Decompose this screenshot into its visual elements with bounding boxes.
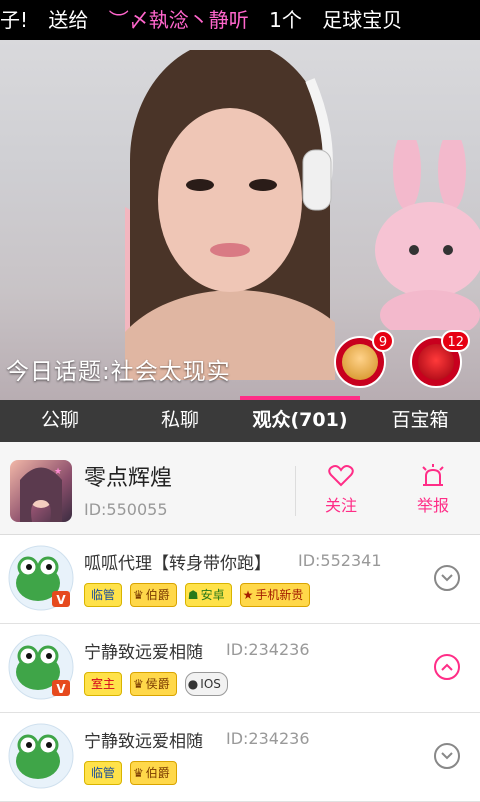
crown-icon: ♛ xyxy=(133,588,144,602)
expand-button[interactable] xyxy=(434,565,460,591)
chevron-down-icon xyxy=(441,752,453,760)
role-badge: 临管 xyxy=(84,761,123,785)
tab-private-chat[interactable]: 私聊 xyxy=(120,400,240,442)
collapse-button[interactable] xyxy=(434,654,460,680)
crown-icon: ♛ xyxy=(133,677,144,691)
marquee-gift-name: 足球宝贝 xyxy=(322,8,403,32)
host-avatar-image: ★ xyxy=(20,467,62,522)
chevron-down-icon xyxy=(441,574,453,582)
audience-row[interactable]: V 呱呱代理【转身带你跑】 ID:552341 临管 ♛ 伯爵 ☗ 安卓 ★ 手机新贵 xyxy=(0,535,480,624)
frog-avatar-icon xyxy=(8,723,74,789)
svg-text:V: V xyxy=(56,593,66,607)
live-video[interactable]: 9 12 今日话题:社会太现实 xyxy=(0,40,480,400)
expand-button[interactable] xyxy=(434,743,460,769)
platform-badge: ☗ 安卓 xyxy=(184,583,232,607)
audience-name: 宁静致远爱相随 xyxy=(84,732,203,752)
alarm-icon xyxy=(422,464,444,486)
role-badge: 临管 xyxy=(84,583,123,607)
gift-avatar[interactable]: 9 xyxy=(334,330,394,388)
audience-name: 宁静致远爱相随 xyxy=(84,643,203,663)
frog-avatar-icon: V xyxy=(8,634,74,700)
topic-text: 今日话题:社会太现实 xyxy=(6,359,231,385)
platform-badge: ● IOS xyxy=(184,672,228,696)
host-avatar[interactable]: ★ xyxy=(10,460,72,522)
audience-row[interactable]: 宁静致远爱相随 ID:234236 临管 ♛ 伯爵 xyxy=(0,713,480,802)
tab-audience[interactable]: 观众(701) xyxy=(240,396,360,442)
svg-text:V: V xyxy=(56,682,66,696)
heart-icon xyxy=(328,465,354,487)
audience-row[interactable]: V 宁静致远爱相随 ID:234236 室主 ♛ 侯爵 ● IOS xyxy=(0,624,480,713)
svg-text:★: ★ xyxy=(54,467,62,477)
follow-button[interactable]: 关注 xyxy=(306,464,376,516)
audience-id: ID:234236 xyxy=(226,729,310,748)
rank-badge: ♛ 伯爵 xyxy=(130,583,177,607)
marquee-text: 送给 xyxy=(48,8,89,32)
gift-rose[interactable]: 12 xyxy=(410,330,470,388)
report-label: 举报 xyxy=(416,496,449,515)
crown-icon: ♛ xyxy=(133,766,144,780)
follow-label: 关注 xyxy=(324,496,357,515)
apple-icon: ● xyxy=(187,677,199,691)
chevron-up-icon xyxy=(441,663,453,671)
gift-marquee: 子! 送给 ︶〆執淰丶静听 1个 足球宝贝 xyxy=(0,0,480,40)
host-id: ID:550055 xyxy=(84,500,168,519)
marquee-text: 1个 xyxy=(269,8,302,32)
host-name: 零点辉煌 xyxy=(84,466,173,491)
badge-list: 临管 ♛ 伯爵 ☗ 安卓 ★ 手机新贵 xyxy=(84,583,311,607)
star-icon: ★ xyxy=(242,588,254,602)
gift-avatar-icon xyxy=(342,344,378,380)
rank-badge: ♛ 伯爵 xyxy=(130,761,177,785)
tab-treasure-box[interactable]: 百宝箱 xyxy=(360,400,480,442)
host-card: ★ 零点辉煌 ID:550055 关注 举报 xyxy=(0,442,480,535)
audience-name: 呱呱代理【转身带你跑】 xyxy=(84,554,271,574)
audience-id: ID:234236 xyxy=(226,640,310,659)
gift-count-badge: 9 xyxy=(372,330,394,352)
rank-badge: ♛ 侯爵 xyxy=(130,672,177,696)
marquee-username: ︶〆執淰丶静听 xyxy=(108,8,249,32)
badge-list: 室主 ♛ 侯爵 ● IOS xyxy=(84,672,228,696)
gift-count-badge: 12 xyxy=(441,330,470,352)
divider xyxy=(295,466,296,516)
marquee-text: 子! xyxy=(0,8,29,32)
plush-toy xyxy=(375,140,480,330)
tab-bar: 公聊 私聊 观众(701) 百宝箱 xyxy=(0,396,480,442)
report-button[interactable]: 举报 xyxy=(398,464,468,516)
badge-list: 临管 ♛ 伯爵 xyxy=(84,761,177,785)
frog-avatar-icon: V xyxy=(8,545,74,611)
level-badge: ★ 手机新贵 xyxy=(239,583,311,607)
tab-public-chat[interactable]: 公聊 xyxy=(0,400,120,442)
audience-id: ID:552341 xyxy=(298,551,382,570)
android-icon: ☗ xyxy=(187,588,199,602)
role-badge: 室主 xyxy=(84,672,123,696)
streamer-video-frame xyxy=(125,50,335,380)
